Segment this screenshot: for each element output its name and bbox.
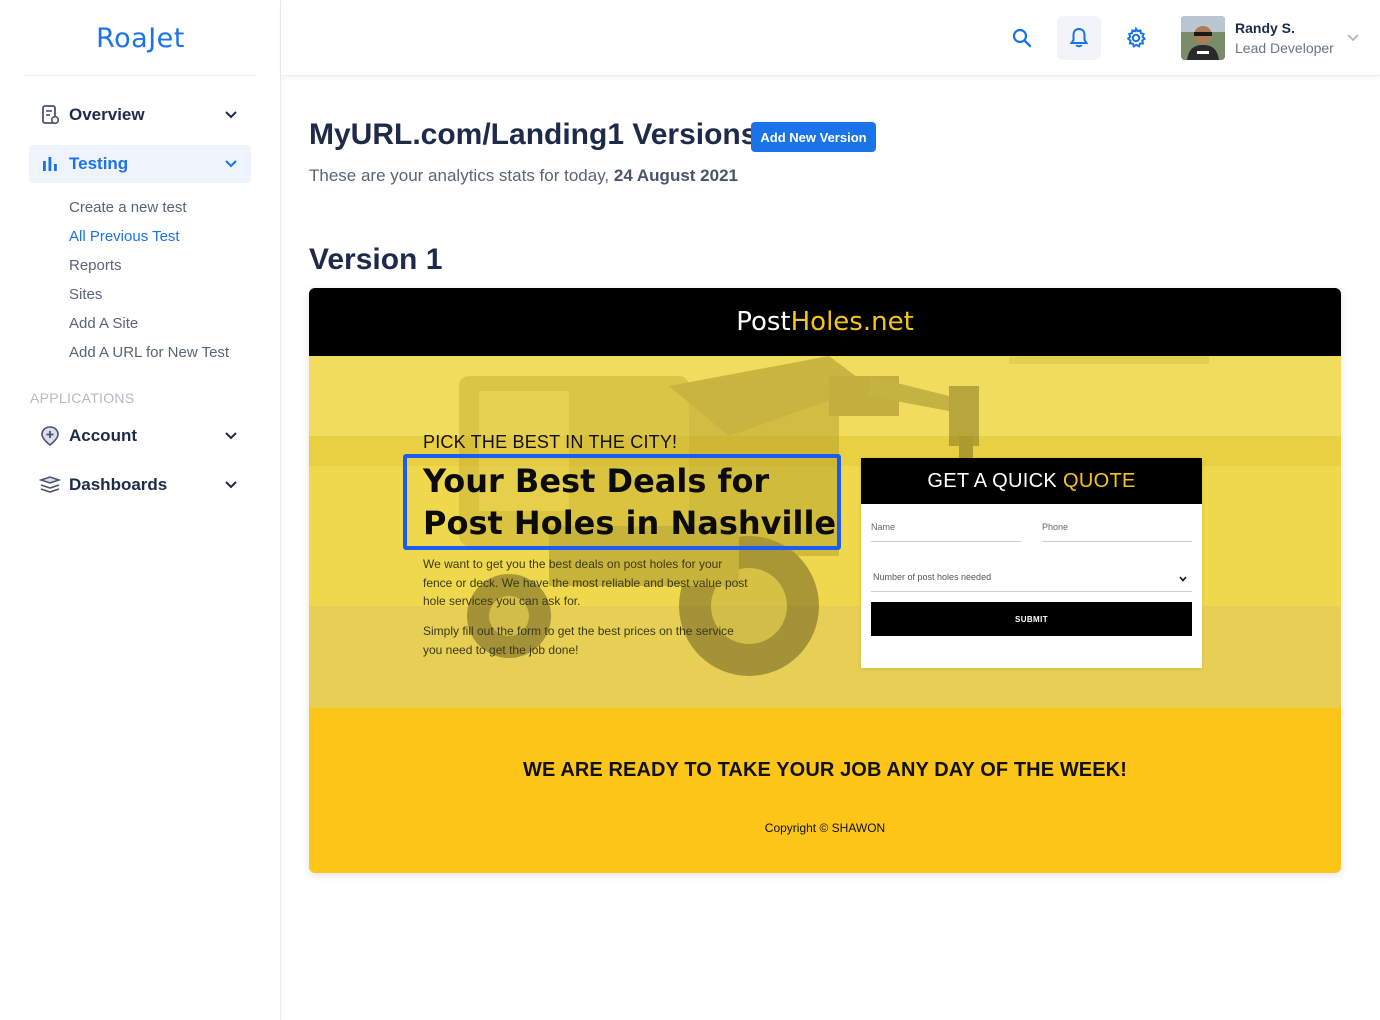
subtitle-text: These are your analytics stats for today… xyxy=(309,166,610,185)
sidebar-item-dashboards[interactable]: Dashboards xyxy=(29,466,251,504)
avatar[interactable] xyxy=(1181,16,1225,60)
search-icon xyxy=(1012,28,1032,48)
sidebar-item-label: Testing xyxy=(69,154,129,173)
gear-icon xyxy=(1126,27,1147,48)
page-subtitle: These are your analytics stats for today… xyxy=(309,166,738,186)
preview-hero: PICK THE BEST IN THE CITY! Your Best Dea… xyxy=(309,356,1341,708)
preview-eyebrow: PICK THE BEST IN THE CITY! xyxy=(423,432,678,452)
preview-copyright: Copyright © SHAWON xyxy=(764,821,886,835)
search-button[interactable] xyxy=(1000,16,1044,60)
sidebar-item-testing[interactable]: Testing xyxy=(29,145,251,183)
page-title: MyURL.com/Landing1 Versions xyxy=(309,118,758,151)
headline-selection-highlight[interactable] xyxy=(403,454,841,550)
preview-cta: WE ARE READY TO TAKE YOUR JOB ANY DAY OF… xyxy=(523,759,1127,781)
sidebar-item-label: Dashboards xyxy=(69,475,168,494)
sidebar-item-overview[interactable]: Overview xyxy=(29,96,251,134)
preview-paragraph: We want to get you the best deals on pos… xyxy=(423,557,748,608)
preview-brand-holes: Holes.net xyxy=(790,307,914,337)
logo[interactable]: RoaJet xyxy=(0,0,281,76)
preview-paragraph: Simply fill out the form to get the best… xyxy=(423,624,734,657)
chevron-down-icon xyxy=(225,432,237,440)
page-edit-icon xyxy=(39,104,61,126)
section-label-applications: APPLICATIONS xyxy=(30,390,135,406)
quote-form-title: GET A QUICK QUOTE xyxy=(861,458,1202,504)
sidebar-item-label: Account xyxy=(69,426,137,445)
bell-icon xyxy=(1069,27,1089,48)
submit-button[interactable]: SUBMIT xyxy=(871,602,1192,636)
sidebar-item-label: Overview xyxy=(69,105,145,124)
divider xyxy=(24,75,256,76)
quote-title-highlight: QUOTE xyxy=(1063,469,1136,492)
select-placeholder: Number of post holes needed xyxy=(873,572,992,582)
layers-icon xyxy=(39,474,61,496)
preview-footer: WE ARE READY TO TAKE YOUR JOB ANY DAY OF… xyxy=(309,708,1341,873)
submenu-sites[interactable]: Sites xyxy=(69,286,102,303)
user-role: Lead Developer xyxy=(1235,40,1334,56)
sidebar-item-account[interactable]: Account xyxy=(29,417,251,455)
logo-text: RoaJet xyxy=(96,22,185,54)
phone-field[interactable]: Phone xyxy=(1042,518,1192,542)
settings-button[interactable] xyxy=(1114,16,1158,60)
sidebar: RoaJet Overview Testing Create a new tes… xyxy=(0,0,281,1020)
quote-form: GET A QUICK QUOTE Name Phone Number of po… xyxy=(861,458,1202,668)
preview-header: Post Holes.net xyxy=(309,288,1341,356)
submenu-all-previous-test[interactable]: All Previous Test xyxy=(69,228,180,245)
chevron-down-icon xyxy=(225,160,237,168)
location-plus-icon xyxy=(39,425,61,447)
submenu-create-test[interactable]: Create a new test xyxy=(69,199,187,216)
preview-brand-post: Post xyxy=(736,307,791,337)
chevron-down-icon[interactable] xyxy=(1345,30,1361,46)
bar-chart-icon xyxy=(39,153,61,175)
chevron-down-icon xyxy=(225,111,237,119)
post-holes-select[interactable]: Number of post holes needed xyxy=(871,566,1192,592)
user-name: Randy S. xyxy=(1235,20,1295,36)
quote-title-text: GET A QUICK xyxy=(927,469,1057,492)
submenu-add-site[interactable]: Add A Site xyxy=(69,315,138,332)
landing-page-preview: Post Holes.net PICK THE BEST IN THE CITY… xyxy=(309,288,1341,873)
chevron-down-icon xyxy=(1179,576,1187,582)
chevron-down-icon xyxy=(225,481,237,489)
top-header: Randy S. Lead Developer xyxy=(281,0,1380,76)
add-new-version-button[interactable]: Add New Version xyxy=(751,122,876,152)
submenu-add-url[interactable]: Add A URL for New Test xyxy=(69,344,229,361)
version-title: Version 1 xyxy=(309,243,443,276)
submenu-reports[interactable]: Reports xyxy=(69,257,122,274)
subtitle-date: 24 August 2021 xyxy=(613,166,738,185)
name-field[interactable]: Name xyxy=(871,518,1021,542)
notifications-button[interactable] xyxy=(1057,16,1101,60)
